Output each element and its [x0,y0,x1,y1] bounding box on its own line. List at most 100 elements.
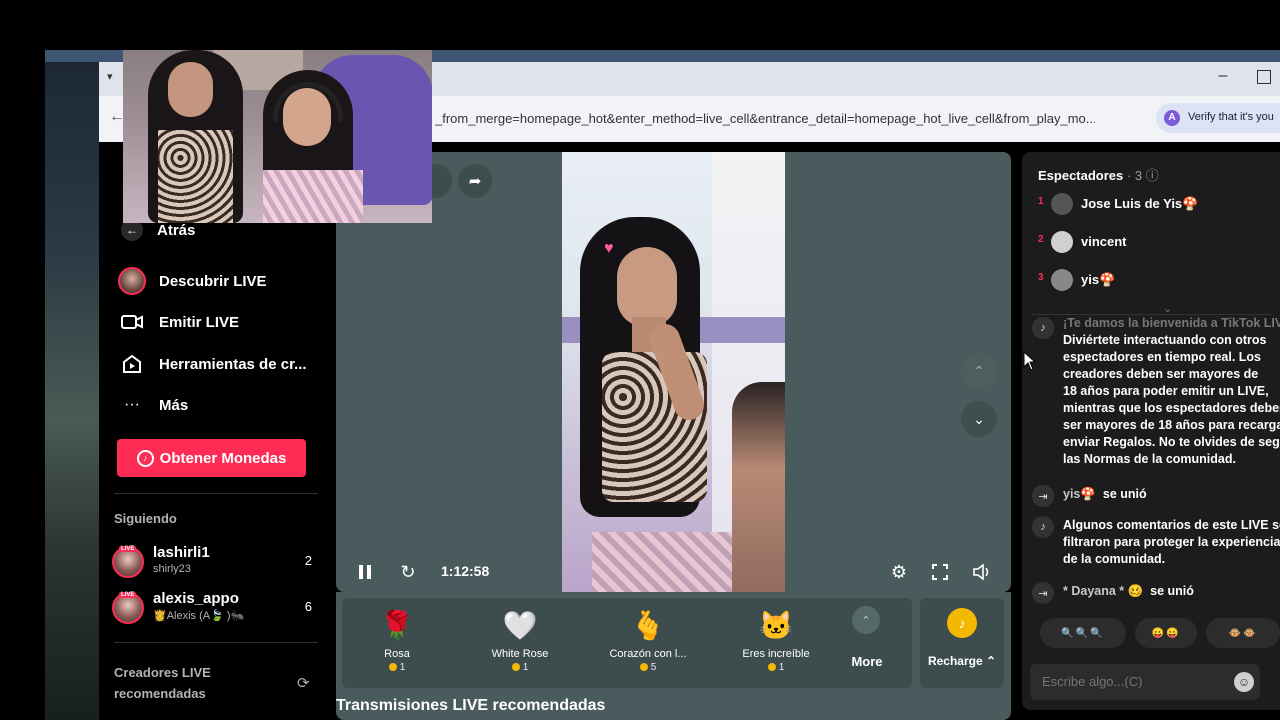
playback-time: 1:12:58 [441,563,490,579]
viewer-row[interactable]: 1 Jose Luis de Yis🍄 [1038,192,1278,216]
maximize-icon[interactable] [1257,70,1271,84]
avatar: LIVE [112,592,144,624]
live-video[interactable]: ♥ [562,152,785,592]
more-gifts-button[interactable]: More [842,654,892,669]
avatar: LIVE [112,546,144,578]
info-icon[interactable]: ⓘ [1146,168,1159,183]
next-live-button[interactable]: ⌄ [961,401,997,437]
recharge-button[interactable]: ♪ Recharge ⌃ [920,598,1004,688]
quick-reaction-chip[interactable]: 🔍🔍🔍 [1040,618,1126,648]
gift-panel: 🌹 Rosa 1 🤍 White Rose 1 🫰 Corazón con l.… [342,598,912,688]
following-title: Siguiendo [114,511,177,526]
live-badge: LIVE [119,592,137,598]
sidebar-item-mas[interactable]: ··· Más [117,390,188,420]
video-streamer-skirt [592,532,732,592]
gift-price: 1 [465,662,575,673]
gift-price: 1 [721,662,831,673]
share-icon[interactable]: ➦ [458,164,492,198]
avatar [1051,193,1073,215]
tiktok-coin-icon: ♪ [136,449,154,467]
viewer-row[interactable]: 3 yis🍄 [1038,268,1278,292]
sidebar-item-emitir-live[interactable]: Emitir LIVE [117,307,239,337]
viewer-rank: 2 [1038,234,1044,245]
gift-name: White Rose [491,648,549,660]
gift-name: Rosa [384,648,410,660]
fullscreen-icon[interactable] [928,553,952,591]
following-subname: shirly23 [153,563,191,575]
mouse-cursor-icon [1023,351,1037,371]
heart-clip-icon: ♥ [604,240,614,257]
cat-gift-icon: 🐱 [758,609,794,641]
tiktok-live-page: ← Atrás Descubrir LIVE Emitir LIVE Herra… [99,142,1280,720]
following-count: 2 [304,553,312,568]
sidebar-item-label: Herramientas de cr... [159,355,307,373]
recommended-streams-title: Transmisiones LIVE recomendadas [336,697,606,714]
join-text: yis🍄 se unió [1063,487,1147,501]
avatar [1051,231,1073,253]
following-subname: 👸Alexis (A🍃 )🐜 [153,610,245,622]
join-icon: ⇥ [1032,582,1054,604]
viewer-rank: 3 [1038,272,1044,283]
recharge-label: Recharge ⌃ [927,654,997,668]
recommended-creators-title-line2: recomendadas [114,686,206,701]
chat-input-box[interactable]: ☺ [1030,664,1260,700]
verify-identity-button[interactable]: A Verify that it's you [1156,103,1280,133]
pause-icon[interactable] [354,553,376,591]
more-dots-icon: ··· [124,396,140,413]
viewer-row[interactable]: 2 vincent [1038,230,1278,254]
coin-icon [388,663,397,671]
gift-item-eres-increible[interactable]: 🐱 Eres increíble 1 [721,600,831,686]
tiktok-logo-icon: ♪ [1032,516,1054,538]
webcam-person-1-top [158,130,233,223]
url-text: _from_merge=homepage_hot&enter_method=li… [435,111,1095,126]
webcam-person-1-face [168,62,213,117]
sidebar-divider [114,642,318,643]
gift-price: 1 [342,662,452,673]
volume-icon[interactable] [970,553,994,591]
live-avatar-icon [117,266,147,296]
gift-item-rosa[interactable]: 🌹 Rosa 1 [342,600,452,686]
following-item[interactable]: LIVE lashirli1 shirly23 2 [112,544,312,580]
emoji-icon[interactable]: ☺ [1234,672,1254,692]
chat-panel: Espectadores · 3 ⓘ 1 Jose Luis de Yis🍄 2… [1022,152,1280,710]
gift-item-white-rose[interactable]: 🤍 White Rose 1 [465,600,575,686]
video-second-person [732,382,785,592]
quick-reaction-chip[interactable]: 🐵🐵 [1206,618,1280,648]
gift-item-corazon[interactable]: 🫰 Corazón con l... 5 [593,600,703,686]
live-badge: LIVE [119,546,137,552]
sidebar-divider [114,493,318,494]
quick-reaction-chip[interactable]: 😛😛 [1135,618,1197,648]
refresh-icon[interactable]: ⟳ [297,674,310,692]
tiktok-coin-icon: ♪ [947,608,977,638]
creator-tools-icon [117,349,147,379]
join-icon: ⇥ [1032,485,1054,507]
recommended-creators-title: Creadores LIVE [114,665,211,680]
get-coins-button[interactable]: ♪ Obtener Monedas [117,439,306,477]
sidebar-item-herramientas[interactable]: Herramientas de cr... [117,349,307,379]
sidebar-item-label: Descubrir LIVE [159,272,267,290]
desktop-wallpaper [45,50,105,720]
settings-gear-icon[interactable]: ⚙ [887,553,911,591]
address-bar[interactable]: _from_merge=homepage_hot&enter_method=li… [429,104,1139,134]
reload-icon[interactable]: ↻ [396,553,420,591]
coin-icon [511,663,520,671]
sidebar-item-label: Emitir LIVE [159,313,240,331]
previous-live-button[interactable]: ⌃ [961,353,997,389]
finger-heart-gift-icon: 🫰 [630,609,666,641]
gift-name: Eres increíble [742,648,810,660]
minimize-icon[interactable]: – [1213,67,1233,89]
following-item[interactable]: LIVE alexis_appo 👸Alexis (A🍃 )🐜 6 [112,590,312,626]
viewer-rank: 1 [1038,196,1044,207]
chat-input[interactable] [1042,674,1222,689]
video-streamer-face [617,247,677,327]
back-label: Atrás [157,221,196,239]
white-rose-gift-icon: 🤍 [502,609,538,641]
coin-icon [767,663,776,671]
viewers-title: Espectadores · 3 ⓘ [1038,168,1159,183]
screen: ▾ – ← _from_merge=homepage_hot&enter_met… [0,0,1280,720]
left-sidebar: ← Atrás Descubrir LIVE Emitir LIVE Herra… [99,142,336,720]
more-gifts-chevron-icon[interactable]: ⌃ [852,606,880,634]
get-coins-label: Obtener Monedas [159,449,287,467]
sidebar-item-descubrir-live[interactable]: Descubrir LIVE [117,266,267,296]
following-count: 6 [304,599,312,614]
